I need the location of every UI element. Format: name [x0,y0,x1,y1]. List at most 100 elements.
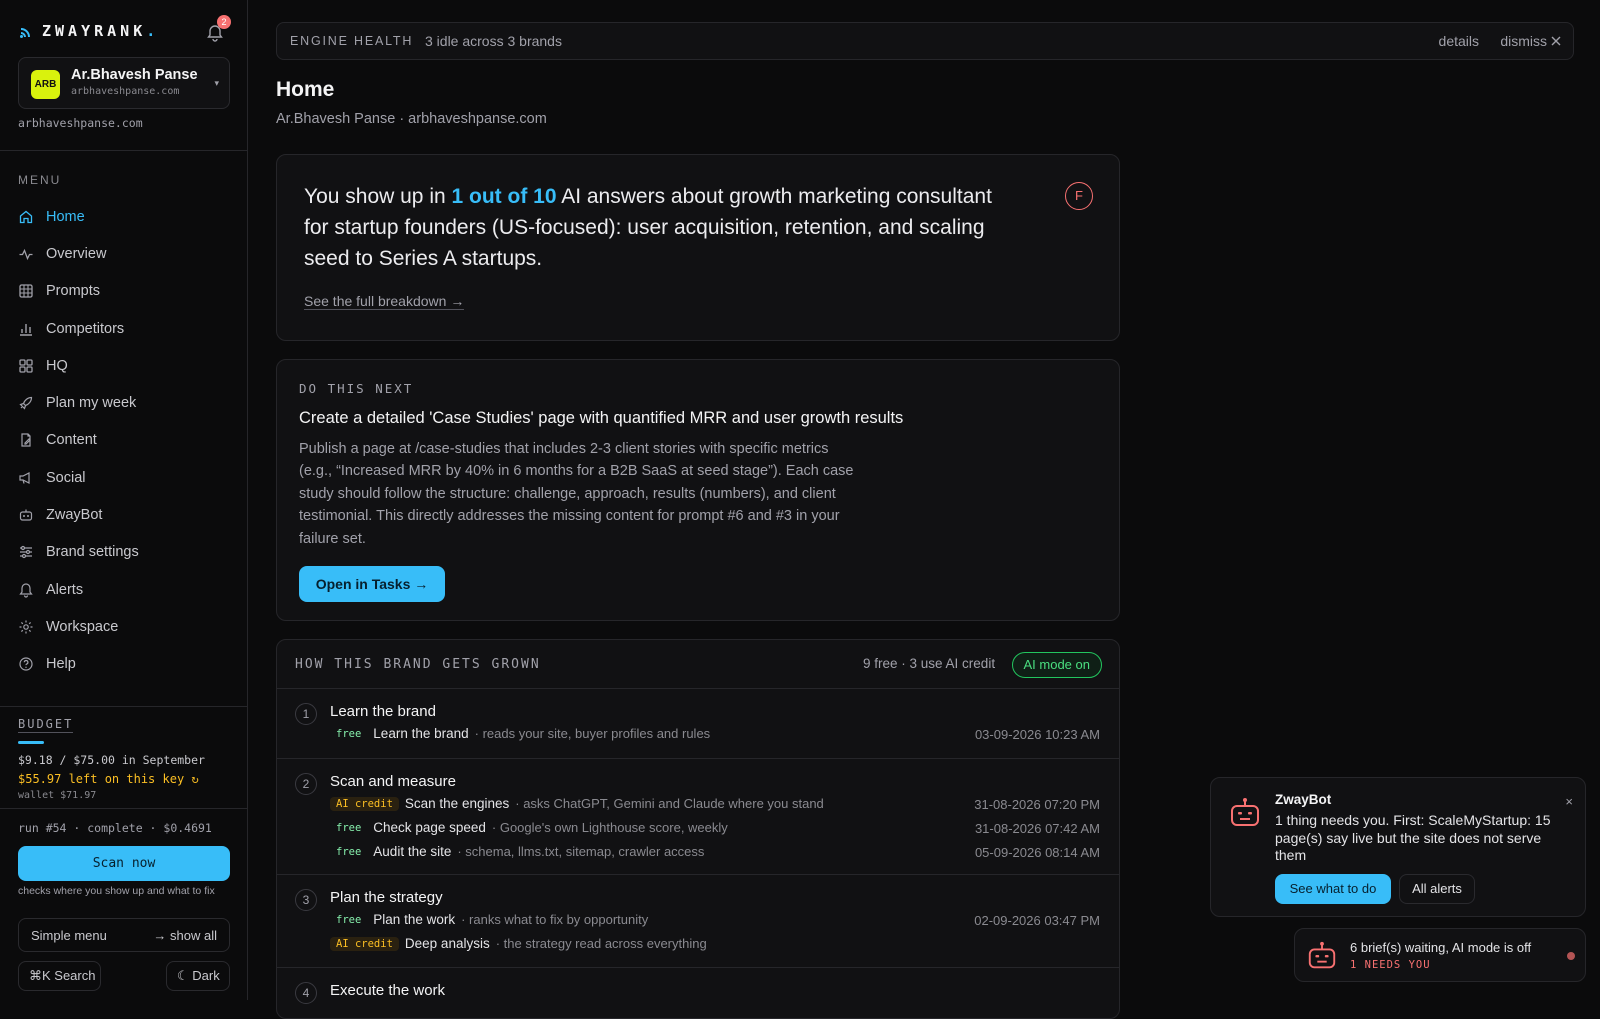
avatar: ARB [31,70,60,99]
task-name: Learn the brand [373,726,469,741]
sidebar-item-label: Social [46,469,86,486]
notifications-button[interactable]: 2 [204,15,231,44]
step-title: Plan the strategy [330,889,443,906]
last-run-status: run #54 · complete · $0.4691 [18,821,212,835]
toast-message: 1 thing needs you. First: ScaleMyStartup… [1275,812,1551,864]
visibility-score: 1 out of 10 [451,185,557,208]
visibility-summary-card: You show up in 1 out of 10 AI answers ab… [276,154,1120,341]
task-name: Audit the site [373,844,452,859]
account-name: Ar.Bhavesh Panse [71,67,198,83]
main-menu: Home Overview Prompts Competitors HQ Pla… [18,198,230,683]
sidebar-item-label: Plan my week [46,395,137,412]
zwaybot-status-pill[interactable]: 6 brief(s) waiting, AI mode is off 1 NEE… [1294,928,1586,982]
pipeline-task[interactable]: AI credit Deep analysis · the strategy rea… [330,936,1100,956]
document-edit-icon [18,432,34,448]
pipeline-task[interactable]: free Plan the work · ranks what to fix by … [330,912,1100,932]
ai-credit-tag: AI credit [330,937,399,952]
pipeline-step: 2 Scan and measure AI credit Scan the eng… [277,759,1119,875]
task-description: · reads your site, buyer profiles and ru… [474,726,711,741]
zwaybot-status-text: 6 brief(s) waiting, AI mode is off [1350,940,1532,955]
grade-badge: F [1065,182,1093,210]
sidebar-item-label: HQ [46,357,68,374]
robot-icon [18,507,34,523]
step-number: 3 [295,889,317,911]
pipeline-step: 4 Execute the work [277,968,1119,1018]
toast-title: ZwayBot [1275,792,1332,807]
dismiss-button[interactable]: dismiss [1500,33,1561,49]
status-dot [1567,952,1575,960]
sidebar-item-competitors[interactable]: Competitors [18,310,230,347]
step-title: Learn the brand [330,703,436,720]
divider [0,150,248,151]
section-label: HOW THIS BRAND GETS GROWN [295,657,541,672]
free-tag: free [336,728,362,741]
simple-menu-toggle[interactable]: Simple menu → show all [18,918,230,952]
gear-icon [18,619,34,635]
active-domain: arbhaveshpanse.com [18,116,143,130]
task-description: · schema, llms.txt, sitemap, crawler acc… [457,844,705,859]
section-label: DO THIS NEXT [299,381,414,396]
step-title: Execute the work [330,982,446,999]
task-name: Plan the work [373,912,456,927]
theme-toggle-button[interactable]: ☾ Dark [166,961,230,991]
show-all-link[interactable]: → show all [153,928,217,943]
sidebar-item-plan-my-week[interactable]: Plan my week [18,384,230,421]
task-timestamp: 31-08-2026 07:42 AM [974,821,1100,836]
refresh-icon[interactable]: ↻ [191,772,198,786]
sidebar-item-home[interactable]: Home [18,198,230,235]
free-tag: free [336,914,362,927]
notification-count-badge: 2 [217,15,231,29]
sidebar-item-alerts[interactable]: Alerts [18,571,230,608]
sidebar-item-help[interactable]: Help [18,646,230,683]
pipeline-step: 1 Learn the brand free Learn the brand · r… [277,689,1119,759]
sidebar-item-label: ZwayBot [46,507,103,524]
logo-row: ZWAYRANK. 2 [20,15,232,44]
do-this-next-card: DO THIS NEXT Create a detailed 'Case Stu… [276,359,1120,621]
needs-you-count: 1 NEEDS YOU [1350,959,1431,971]
pipeline-task[interactable]: AI credit Scan the engines · asks ChatGPT,… [330,796,1100,816]
account-switcher[interactable]: ARB Ar.Bhavesh Panse arbhaveshpanse.com … [18,57,230,109]
task-description: · ranks what to fix by opportunity [461,912,649,927]
task-name: Scan the engines [404,796,510,811]
see-what-to-do-button[interactable]: See what to do [1275,874,1391,904]
robot-icon [1306,940,1338,972]
help-icon [18,656,34,672]
pipeline-task[interactable]: free Check page speed · Google's own Light… [330,820,1100,840]
scan-description: checks where you show up and what to fix [18,885,215,897]
free-tag: free [336,846,362,859]
sidebar-item-brand-settings[interactable]: Brand settings [18,534,230,571]
close-icon[interactable]: × [1565,794,1573,809]
all-alerts-button[interactable]: All alerts [1399,874,1475,904]
sidebar-item-social[interactable]: Social [18,459,230,496]
pipeline-task[interactable]: free Learn the brand · reads your site, bu… [330,726,1100,746]
sidebar-item-label: Brand settings [46,544,139,561]
sidebar-item-label: Content [46,432,97,449]
sidebar-item-zwaybot[interactable]: ZwayBot [18,496,230,533]
details-link[interactable]: details [1439,33,1479,49]
open-in-tasks-button[interactable]: Open in Tasks → [299,566,445,602]
pulse-icon [18,246,34,262]
ai-credit-tag: AI credit [330,797,399,812]
bar-chart-icon [18,321,34,337]
sidebar-item-prompts[interactable]: Prompts [18,273,230,310]
step-title: Scan and measure [330,773,456,790]
search-button[interactable]: ⌘K Search [18,961,101,991]
pipeline-task[interactable]: free Audit the site · schema, llms.txt, si… [330,844,1100,864]
sidebar-item-content[interactable]: Content [18,422,230,459]
sidebar-item-label: Home [46,208,85,225]
divider [0,706,248,707]
growth-pipeline-card: HOW THIS BRAND GETS GROWN 9 free · 3 use… [276,639,1120,1019]
sidebar-item-hq[interactable]: HQ [18,347,230,384]
budget-spent: $9.18 / $75.00 in September [18,753,205,767]
scan-now-button[interactable]: Scan now [18,846,230,881]
task-name: Deep analysis [404,936,490,951]
sidebar-item-workspace[interactable]: Workspace [18,608,230,645]
page-title: Home [276,78,335,101]
full-breakdown-link[interactable]: See the full breakdown → [304,293,465,310]
brand-logo[interactable]: ZWAYRANK. [20,22,159,40]
task-name: Check page speed [373,820,486,835]
ai-mode-badge[interactable]: AI mode on [1011,652,1102,678]
visibility-summary: You show up in 1 out of 10 AI answers ab… [304,185,992,270]
sidebar-item-label: Overview [46,245,107,262]
sidebar-item-overview[interactable]: Overview [18,235,230,272]
